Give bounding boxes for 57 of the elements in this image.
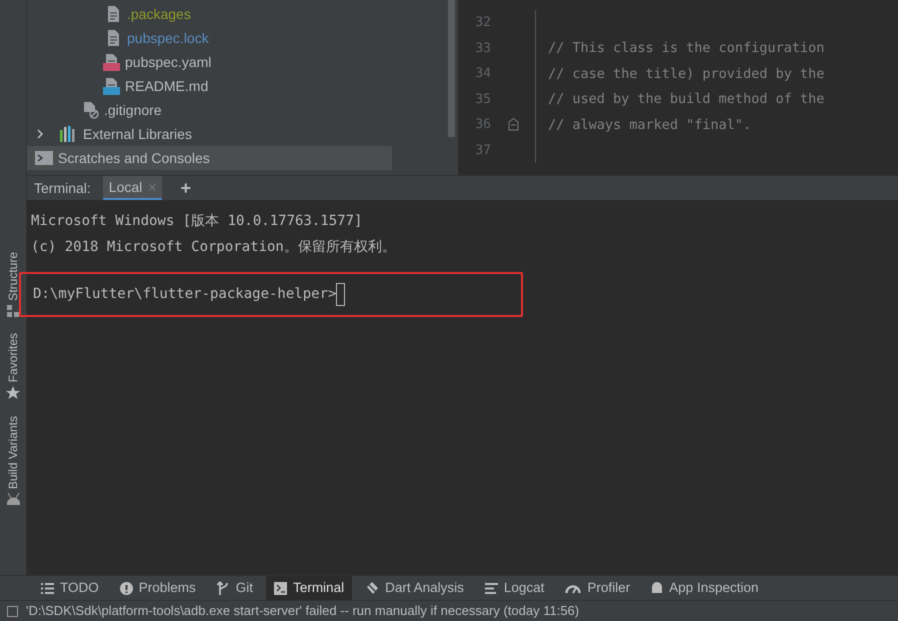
terminal-label: Terminal: bbox=[34, 178, 91, 198]
panel-toggle-icon[interactable] bbox=[7, 606, 18, 616]
text-cursor bbox=[336, 283, 346, 306]
file-icon bbox=[105, 5, 122, 23]
code-comment: // used by the build method of the bbox=[548, 90, 824, 110]
terminal-output: (c) 2018 Microsoft Corporation。保留所有权利。 bbox=[31, 238, 397, 256]
status-message: 'D:\SDK\Sdk\platform-tools\adb.exe start-server' failed -- run manually if necessary (today 11:56) bbox=[26, 602, 580, 620]
side-tab[interactable]: Build Variants bbox=[4, 416, 22, 490]
add-icon[interactable]: + bbox=[180, 179, 191, 197]
side-tab[interactable]: Structure bbox=[4, 252, 22, 301]
tree-item[interactable]: pubspec.yaml bbox=[125, 52, 212, 72]
ignored-file-icon bbox=[82, 101, 99, 119]
tree-item[interactable]: External Libraries bbox=[83, 124, 192, 144]
markdown-file-icon bbox=[103, 77, 120, 95]
android-icon bbox=[6, 493, 20, 506]
logcat-icon bbox=[484, 582, 498, 594]
tool-window-tab[interactable]: App Inspection bbox=[643, 576, 766, 600]
chevron-right-icon[interactable] bbox=[35, 129, 45, 139]
android-icon bbox=[651, 581, 664, 595]
code-comment: // case the title) provided by the bbox=[548, 64, 824, 84]
side-tab[interactable]: Favorites bbox=[4, 332, 22, 382]
line-number: 36 bbox=[474, 116, 491, 134]
tree-item[interactable]: .packages bbox=[127, 4, 191, 24]
tool-window-tab[interactable]: Git bbox=[208, 576, 262, 600]
session-tab[interactable]: Local × bbox=[102, 176, 162, 200]
line-number: 32 bbox=[474, 14, 491, 32]
tool-window-tab[interactable]: TODO bbox=[33, 576, 107, 600]
code-comment: // This class is the configuration bbox=[548, 39, 824, 58]
tree-item[interactable]: pubspec.lock bbox=[127, 28, 209, 48]
tool-window-tab[interactable]: Dart Analysis bbox=[357, 576, 472, 600]
tool-window-tab[interactable]: Profiler bbox=[557, 576, 638, 600]
tree-item-label: Scratches and Consoles bbox=[58, 148, 210, 168]
line-number: 37 bbox=[474, 142, 491, 160]
star-icon bbox=[6, 386, 20, 400]
tree-row-selected[interactable]: Scratches and Consoles bbox=[27, 146, 392, 170]
tool-window-tab[interactable]: Problems bbox=[112, 576, 204, 600]
terminal-prompt: D:\myFlutter\flutter-package-helper> bbox=[33, 285, 336, 304]
terminal-icon bbox=[274, 582, 288, 594]
scrollbar[interactable] bbox=[448, 0, 455, 137]
code-comment: // always marked "final". bbox=[548, 116, 752, 135]
terminal-output: Microsoft Windows [版本 10.0.17763.1577] bbox=[31, 212, 364, 230]
yaml-file-icon bbox=[103, 53, 120, 71]
alert-icon bbox=[120, 582, 133, 594]
list-icon bbox=[41, 582, 54, 594]
tree-item[interactable]: .gitignore bbox=[104, 100, 162, 120]
dart-icon bbox=[365, 581, 380, 595]
tool-window-tab[interactable]: Logcat bbox=[476, 576, 552, 600]
git-branch-icon bbox=[216, 581, 230, 595]
tree-item[interactable]: README.md bbox=[125, 76, 208, 96]
line-number: 35 bbox=[474, 90, 491, 108]
console-icon bbox=[35, 151, 53, 165]
line-number: 34 bbox=[474, 65, 491, 83]
structure-icon bbox=[7, 304, 19, 317]
line-number: 33 bbox=[474, 40, 491, 58]
file-icon bbox=[105, 29, 122, 47]
tool-window-tab[interactable]: Terminal bbox=[266, 576, 352, 600]
fold-marker-icon[interactable] bbox=[508, 118, 518, 132]
